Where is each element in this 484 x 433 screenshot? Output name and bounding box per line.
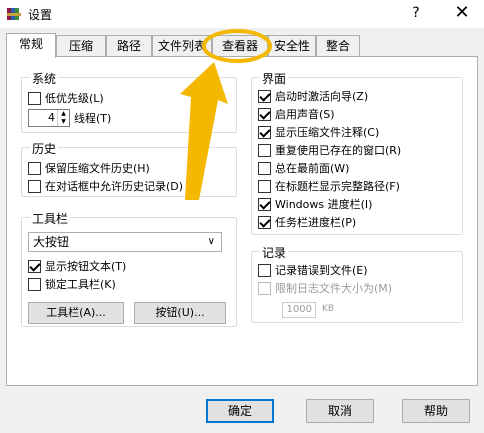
interface-item-label: 在标题栏显示完整路径(F) xyxy=(275,180,400,193)
checkbox-box[interactable] xyxy=(28,277,41,291)
history-group-title: 历史 xyxy=(30,140,59,157)
tab-integration[interactable]: 整合 xyxy=(316,35,360,57)
limit-size-checkbox: 限制日志文件大小为(M) xyxy=(258,280,392,296)
reuse-window-checkbox[interactable]: 重复使用已存在的窗口(R) xyxy=(258,142,401,158)
ok-button[interactable]: 确定 xyxy=(206,399,274,423)
allow-dialog-history-label: 在对话框中允许历史记录(D) xyxy=(45,180,184,193)
size-unit-label: KB xyxy=(322,304,335,314)
checkbox-box[interactable] xyxy=(258,263,271,277)
low-priority-checkbox[interactable]: 低优先级(L) xyxy=(28,90,104,106)
checkbox-box[interactable] xyxy=(258,125,271,139)
full-path-checkbox[interactable]: 在标题栏显示完整路径(F) xyxy=(258,178,400,194)
checkbox-box[interactable] xyxy=(258,143,271,157)
interface-item-label: 重复使用已存在的窗口(R) xyxy=(275,144,402,157)
chevron-down-icon: ∨ xyxy=(207,236,215,247)
history-group: 历史 保留压缩文件历史(H) 在对话框中允许历史记录(D) xyxy=(21,140,237,197)
tab-file-list[interactable]: 文件列表 xyxy=(152,35,212,57)
wizard-checkbox[interactable]: 启动时激活向导(Z) xyxy=(258,88,368,104)
interface-item-label: 启动时激活向导(Z) xyxy=(275,90,369,103)
toolbar-button[interactable]: 工具栏(A)... xyxy=(28,302,124,324)
help-button[interactable]: 帮助 xyxy=(402,399,470,423)
log-errors-label: 记录错误到文件(E) xyxy=(275,264,368,277)
tab-paths[interactable]: 路径 xyxy=(106,35,152,57)
cancel-button[interactable]: 取消 xyxy=(306,399,374,423)
interface-item-label: 总在最前面(W) xyxy=(275,162,350,175)
tab-general[interactable]: 常规 xyxy=(6,33,56,58)
log-group: 记录 记录错误到文件(E) 限制日志文件大小为(M) 1000 KB xyxy=(251,244,463,323)
spin-down-icon[interactable]: ▼ xyxy=(58,118,69,126)
always-on-top-checkbox[interactable]: 总在最前面(W) xyxy=(258,160,349,176)
windows-progress-checkbox[interactable]: Windows 进度栏(I) xyxy=(258,196,372,212)
tab-compression[interactable]: 压缩 xyxy=(56,35,106,57)
tab-strip: 常规 压缩 路径 文件列表 查看器 安全性 整合 xyxy=(6,33,484,58)
interface-item-label: 显示压缩文件注释(C) xyxy=(275,126,380,139)
log-size-input: 1000 xyxy=(282,302,316,318)
checkbox-box[interactable] xyxy=(28,259,41,273)
lock-toolbar-checkbox[interactable]: 锁定工具栏(K) xyxy=(28,276,116,292)
toolbar-group: 工具栏 大按钮 ∨ 显示按钮文本(T) 锁定工具栏(K) 工具栏(A)... 按… xyxy=(21,210,237,327)
title-bar: 设置 ? ✕ xyxy=(0,0,484,28)
interface-item-label: 启用声音(S) xyxy=(275,108,335,121)
tab-viewer[interactable]: 查看器 xyxy=(212,35,268,57)
threads-label-row: 线程(T) xyxy=(74,110,111,126)
lock-toolbar-label: 锁定工具栏(K) xyxy=(45,278,116,291)
threads-value: 4 xyxy=(48,111,55,124)
checkbox-box[interactable] xyxy=(258,89,271,103)
log-group-title: 记录 xyxy=(260,244,289,261)
checkbox-box[interactable] xyxy=(28,179,41,193)
settings-panel: 系统 低优先级(L) 4 ▲ ▼ 线程(T) 历史 保留压缩文件历史(H) 在对… xyxy=(6,56,478,386)
checkbox-box[interactable] xyxy=(258,197,271,211)
window-title: 设置 xyxy=(28,8,53,22)
close-button[interactable]: ✕ xyxy=(448,2,476,24)
checkbox-box[interactable] xyxy=(258,179,271,193)
allow-dialog-history-checkbox[interactable]: 在对话框中允许历史记录(D) xyxy=(28,178,183,194)
low-priority-label: 低优先级(L) xyxy=(45,92,104,105)
keep-history-label: 保留压缩文件历史(H) xyxy=(45,162,150,175)
winrar-books-icon xyxy=(7,8,21,20)
checkbox-box[interactable] xyxy=(28,161,41,175)
interface-item-label: 任务栏进度栏(P) xyxy=(275,216,357,229)
checkbox-box xyxy=(258,281,271,295)
spinner-arrows[interactable]: ▲ ▼ xyxy=(57,110,69,126)
checkbox-box[interactable] xyxy=(258,107,271,121)
interface-item-label: Windows 进度栏(I) xyxy=(275,198,373,211)
toolbar-group-title: 工具栏 xyxy=(30,210,71,227)
show-text-label: 显示按钮文本(T) xyxy=(45,260,127,273)
show-text-checkbox[interactable]: 显示按钮文本(T) xyxy=(28,258,126,274)
log-errors-checkbox[interactable]: 记录错误到文件(E) xyxy=(258,262,368,278)
limit-size-label: 限制日志文件大小为(M) xyxy=(275,282,393,295)
taskbar-progress-checkbox[interactable]: 任务栏进度栏(P) xyxy=(258,214,356,230)
system-group: 系统 低优先级(L) 4 ▲ ▼ 线程(T) xyxy=(21,70,237,133)
keep-history-checkbox[interactable]: 保留压缩文件历史(H) xyxy=(28,160,150,176)
threads-label: 线程(T) xyxy=(74,112,112,125)
system-group-title: 系统 xyxy=(30,70,59,87)
spin-up-icon[interactable]: ▲ xyxy=(58,110,69,118)
buttons-button[interactable]: 按钮(U)... xyxy=(134,302,226,324)
checkbox-box[interactable] xyxy=(258,161,271,175)
button-size-value: 大按钮 xyxy=(33,235,70,249)
show-comment-checkbox[interactable]: 显示压缩文件注释(C) xyxy=(258,124,379,140)
interface-group-title: 界面 xyxy=(260,70,289,87)
checkbox-box[interactable] xyxy=(258,215,271,229)
interface-group: 界面 启动时激活向导(Z) 启用声音(S) 显示压缩文件注释(C) 重复使用已存… xyxy=(251,70,463,235)
help-title-button[interactable]: ? xyxy=(404,2,428,24)
checkbox-box[interactable] xyxy=(28,91,41,105)
threads-spinner[interactable]: 4 ▲ ▼ xyxy=(28,109,70,127)
sound-checkbox[interactable]: 启用声音(S) xyxy=(258,106,335,122)
button-size-select[interactable]: 大按钮 ∨ xyxy=(28,232,222,252)
tab-security[interactable]: 安全性 xyxy=(268,35,316,57)
